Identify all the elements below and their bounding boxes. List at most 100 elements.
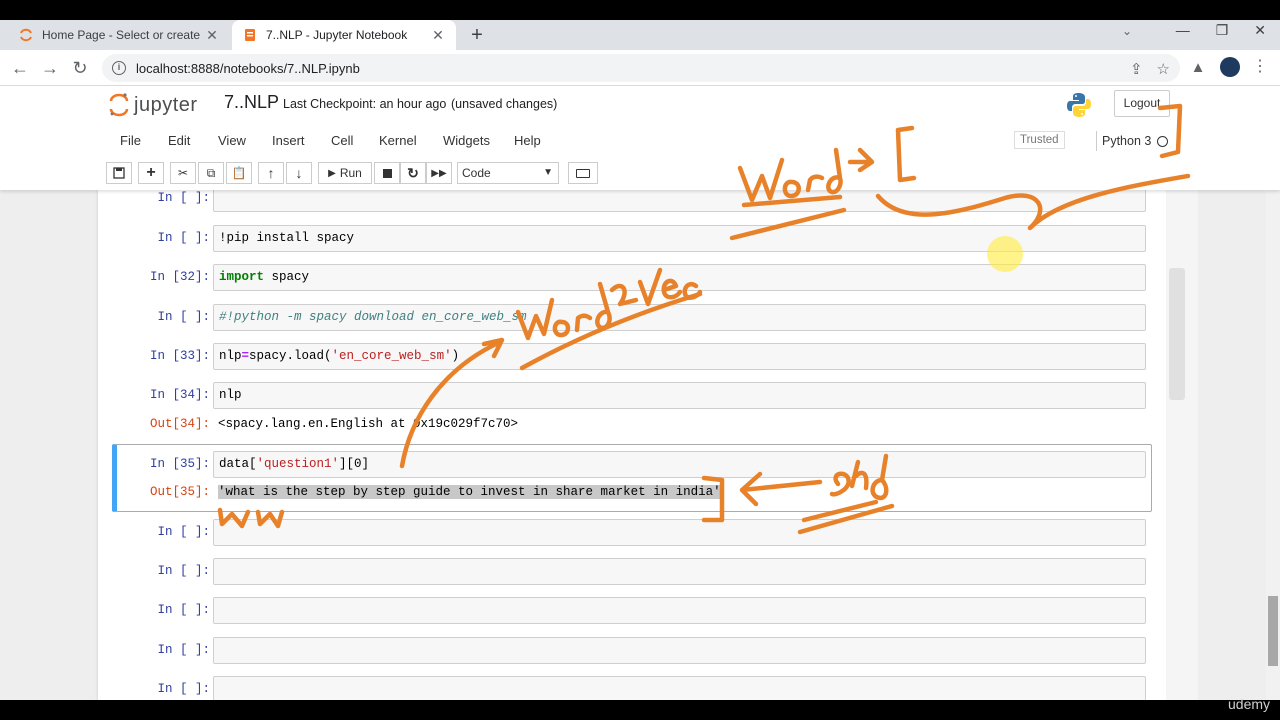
- menu-cell[interactable]: Cell: [331, 133, 353, 148]
- notebook-name[interactable]: 7..NLP: [224, 92, 279, 113]
- forward-icon[interactable]: →: [38, 56, 62, 80]
- move-up-button[interactable]: ↑: [258, 162, 284, 184]
- reload-icon[interactable]: ↻: [68, 56, 92, 80]
- notebook-favicon-icon: [245, 29, 255, 41]
- restore-icon[interactable]: ❐: [1216, 22, 1229, 39]
- output-prompt: Out[35]:: [149, 485, 210, 499]
- restart-run-all-button[interactable]: ▶▶: [426, 162, 452, 184]
- code-text: nlp: [219, 388, 242, 402]
- site-info-icon[interactable]: i: [112, 61, 126, 75]
- save-button[interactable]: [106, 162, 132, 184]
- logout-button[interactable]: Logout: [1114, 90, 1170, 117]
- copy-button[interactable]: ⧉: [198, 162, 224, 184]
- new-tab-button[interactable]: +: [466, 24, 488, 46]
- back-icon[interactable]: ←: [8, 56, 32, 80]
- bookmark-star-icon[interactable]: ☆: [1157, 60, 1170, 78]
- keyword-import: import: [219, 270, 265, 284]
- code-input[interactable]: [213, 558, 1146, 585]
- cell-type-value: Code: [462, 166, 491, 180]
- scrollbar-thumb[interactable]: [1268, 596, 1278, 666]
- kernel-name: Python 3: [1102, 134, 1152, 148]
- tab-title: 7..NLP - Jupyter Notebook: [266, 28, 408, 42]
- menu-view[interactable]: View: [218, 133, 246, 148]
- run-label: Run: [339, 166, 362, 180]
- scissors-icon: ✂: [177, 166, 189, 180]
- udemy-watermark: udemy: [1228, 696, 1271, 712]
- paste-button[interactable]: 📋: [226, 162, 252, 184]
- jupyter-logo[interactable]: jupyter: [108, 90, 198, 120]
- video-bottom-bar: [0, 700, 1280, 720]
- window-controls: — ❐ ✕: [1176, 22, 1266, 39]
- tab-notebook[interactable]: 7..NLP - Jupyter Notebook ✕: [232, 20, 456, 50]
- profile-avatar[interactable]: [1220, 57, 1240, 77]
- notebook-area: In [ ]: In [ ]: !pip install spacy In [3…: [0, 185, 1280, 703]
- trusted-badge[interactable]: Trusted: [1014, 131, 1065, 149]
- menu-help[interactable]: Help: [514, 133, 541, 148]
- code-text: !pip install spacy: [219, 231, 355, 245]
- panel-handle[interactable]: [1169, 268, 1185, 400]
- save-icon: [113, 167, 125, 179]
- browser-tab-bar: Home Page - Select or create a n ✕ 7..NL…: [0, 20, 1280, 50]
- extension-icon[interactable]: ▲: [1188, 58, 1208, 78]
- browser-toolbar: ← → ↻ i localhost:8888/notebooks/7..NLP.…: [0, 50, 1280, 86]
- cell-output-text: 'what is the step by step guide to inves…: [218, 485, 721, 499]
- close-tab-icon[interactable]: ✕: [430, 27, 446, 44]
- menu-kernel[interactable]: Kernel: [379, 133, 417, 148]
- kernel-idle-icon: [1157, 135, 1169, 147]
- code-input[interactable]: [213, 637, 1146, 664]
- cell-prompt: In [34]:: [149, 388, 210, 402]
- plus-icon: +: [146, 164, 156, 181]
- cell-prompt: In [ ]:: [157, 564, 210, 578]
- menu-insert[interactable]: Insert: [272, 133, 305, 148]
- address-bar[interactable]: i localhost:8888/notebooks/7..NLP.ipynb …: [102, 54, 1180, 82]
- restart-button[interactable]: ↻: [400, 162, 426, 184]
- arrow-up-icon: ↑: [267, 165, 275, 181]
- cell-prompt: In [33]:: [149, 349, 210, 363]
- cut-button[interactable]: ✂: [170, 162, 196, 184]
- command-palette-button[interactable]: [568, 162, 598, 184]
- output-prompt: Out[34]:: [149, 417, 210, 431]
- cell-output: 'what is the step by step guide to inves…: [218, 485, 721, 499]
- tab-search-icon[interactable]: ⌄: [1122, 24, 1132, 38]
- code-input[interactable]: data['question1'][0]: [213, 451, 1146, 478]
- restart-icon: ↻: [407, 164, 419, 181]
- menu-bar: File Edit View Insert Cell Kernel Widget…: [0, 126, 1280, 156]
- code-input[interactable]: [213, 597, 1146, 624]
- interrupt-button[interactable]: [374, 162, 400, 184]
- code-input[interactable]: #!python -m spacy download en_core_web_s…: [213, 304, 1146, 331]
- jupyter-wordmark: jupyter: [134, 93, 198, 116]
- autosave-status: (unsaved changes): [451, 97, 558, 111]
- menu-file[interactable]: File: [120, 133, 141, 148]
- jupyter-logo-icon: [109, 93, 129, 117]
- cell-prompt: In [ ]:: [157, 525, 210, 539]
- jupyter-header: jupyter 7..NLP Last Checkpoint: an hour …: [0, 86, 1280, 190]
- close-tab-icon[interactable]: ✕: [204, 27, 220, 44]
- code-input[interactable]: nlp=spacy.load('en_core_web_sm'): [213, 343, 1146, 370]
- menu-edit[interactable]: Edit: [168, 133, 190, 148]
- browser-menu-icon[interactable]: ⋮: [1252, 56, 1268, 76]
- code-text: #!python -m spacy download en_core_web_s…: [219, 310, 527, 324]
- cell-prompt: In [ ]:: [157, 191, 210, 205]
- code-input[interactable]: [213, 676, 1146, 703]
- run-button[interactable]: ▶ Run: [318, 162, 372, 184]
- keyboard-icon: [576, 168, 590, 178]
- cell-type-select[interactable]: Code ▼: [457, 162, 559, 184]
- share-icon[interactable]: ⇪: [1130, 60, 1143, 78]
- minimize-icon[interactable]: —: [1176, 22, 1190, 39]
- code-input[interactable]: nlp: [213, 382, 1146, 409]
- menu-widgets[interactable]: Widgets: [443, 133, 490, 148]
- tab-home-page[interactable]: Home Page - Select or create a n ✕: [8, 20, 230, 50]
- close-window-icon[interactable]: ✕: [1254, 22, 1266, 39]
- paste-icon: 📋: [231, 166, 247, 180]
- move-down-button[interactable]: ↓: [286, 162, 312, 184]
- stop-icon: [382, 168, 392, 178]
- cell-prompt: In [ ]:: [157, 231, 210, 245]
- cell-prompt: In [ ]:: [157, 643, 210, 657]
- right-side-panel: [1166, 190, 1198, 700]
- insert-cell-button[interactable]: +: [138, 162, 164, 184]
- code-input[interactable]: [213, 519, 1146, 546]
- notebook-toolbar: + ✂ ⧉ 📋 ↑ ↓ ▶ Run ↻ ▶▶ Code ▼: [0, 162, 1280, 186]
- play-icon: ▶: [328, 167, 336, 179]
- url-text: localhost:8888/notebooks/7..NLP.ipynb: [136, 60, 360, 76]
- vertical-scrollbar[interactable]: [1266, 190, 1280, 700]
